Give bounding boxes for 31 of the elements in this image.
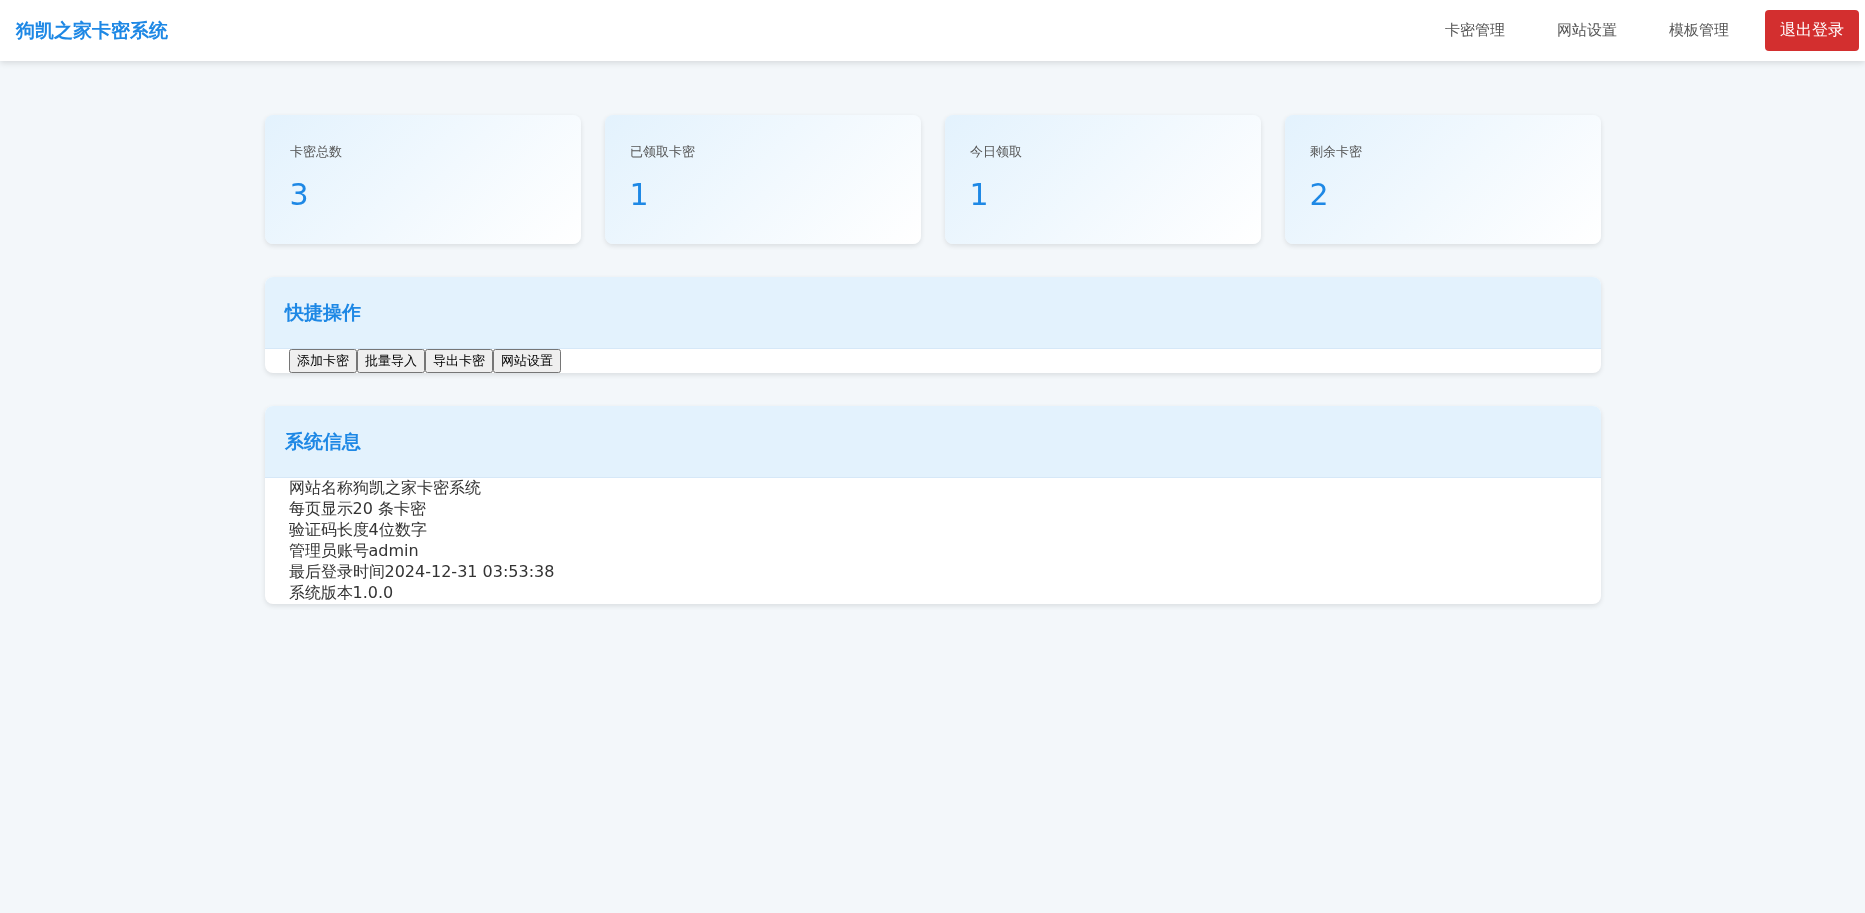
stat-value: 1 (629, 177, 650, 212)
stat-label: 已领取卡密 (629, 143, 696, 161)
site-title: 狗凯之家卡密系统 (16, 17, 168, 43)
action-button[interactable]: 添加卡密 (288, 349, 357, 373)
info-value: 狗凯之家卡密系统 (352, 478, 481, 497)
stat-label: 剩余卡密 (1309, 143, 1363, 161)
stat-value: 1 (969, 177, 990, 212)
nav-link[interactable]: 模板管理 (1649, 13, 1749, 48)
info-value: 20 条卡密 (352, 499, 426, 518)
stat-value: 3 (289, 177, 310, 212)
stat-label: 卡密总数 (289, 143, 343, 161)
info-value: 2024-12-31 03:53:38 (384, 562, 555, 581)
info-label: 验证码长度 (288, 520, 369, 539)
nav-link[interactable]: 卡密管理 (1425, 13, 1525, 48)
info-value: 1.0.0 (352, 583, 394, 602)
info-label: 每页显示 (288, 499, 353, 518)
panel-title: 快捷操作 (284, 299, 361, 325)
info-label: 系统版本 (288, 583, 353, 602)
info-value: 4位数字 (368, 520, 427, 539)
panel-title: 系统信息 (284, 428, 361, 454)
stat-label: 今日领取 (969, 143, 1023, 161)
info-label: 管理员账号 (288, 541, 369, 560)
logout-button[interactable]: 退出登录 (1765, 10, 1859, 51)
info-label: 最后登录时间 (288, 562, 385, 581)
action-button[interactable]: 网站设置 (492, 349, 561, 373)
action-button[interactable]: 批量导入 (356, 349, 425, 373)
info-value: admin (368, 541, 419, 560)
nav-link[interactable]: 网站设置 (1537, 13, 1637, 48)
action-button[interactable]: 导出卡密 (424, 349, 493, 373)
info-label: 网站名称 (288, 478, 353, 497)
stat-value: 2 (1309, 177, 1330, 212)
